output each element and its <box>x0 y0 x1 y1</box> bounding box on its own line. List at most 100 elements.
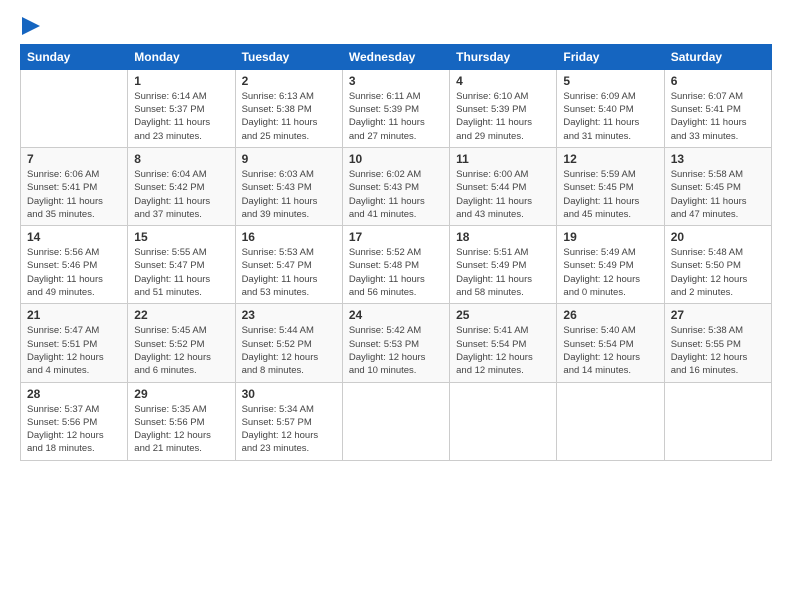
day-info: Sunrise: 5:41 AMSunset: 5:54 PMDaylight:… <box>456 324 550 377</box>
day-header-friday: Friday <box>557 44 664 69</box>
logo-icon <box>22 17 40 35</box>
day-number: 10 <box>349 152 443 166</box>
day-info: Sunrise: 5:56 AMSunset: 5:46 PMDaylight:… <box>27 246 121 299</box>
calendar-cell: 11 Sunrise: 6:00 AMSunset: 5:44 PMDayligh… <box>450 147 557 225</box>
day-info: Sunrise: 5:37 AMSunset: 5:56 PMDaylight:… <box>27 403 121 456</box>
day-header-saturday: Saturday <box>664 44 771 69</box>
day-number: 1 <box>134 74 228 88</box>
day-info: Sunrise: 5:49 AMSunset: 5:49 PMDaylight:… <box>563 246 657 299</box>
day-number: 29 <box>134 387 228 401</box>
day-number: 23 <box>242 308 336 322</box>
calendar-body: 1 Sunrise: 6:14 AMSunset: 5:37 PMDaylight… <box>21 69 772 460</box>
day-number: 2 <box>242 74 336 88</box>
day-info: Sunrise: 5:40 AMSunset: 5:54 PMDaylight:… <box>563 324 657 377</box>
day-number: 26 <box>563 308 657 322</box>
day-number: 21 <box>27 308 121 322</box>
calendar-cell: 9 Sunrise: 6:03 AMSunset: 5:43 PMDaylight… <box>235 147 342 225</box>
calendar-cell: 4 Sunrise: 6:10 AMSunset: 5:39 PMDaylight… <box>450 69 557 147</box>
day-number: 13 <box>671 152 765 166</box>
calendar-cell <box>557 382 664 460</box>
day-number: 17 <box>349 230 443 244</box>
day-number: 22 <box>134 308 228 322</box>
day-number: 18 <box>456 230 550 244</box>
day-number: 27 <box>671 308 765 322</box>
calendar-cell: 6 Sunrise: 6:07 AMSunset: 5:41 PMDaylight… <box>664 69 771 147</box>
day-header-tuesday: Tuesday <box>235 44 342 69</box>
day-info: Sunrise: 5:53 AMSunset: 5:47 PMDaylight:… <box>242 246 336 299</box>
calendar-cell <box>342 382 449 460</box>
calendar-cell: 13 Sunrise: 5:58 AMSunset: 5:45 PMDayligh… <box>664 147 771 225</box>
calendar-cell: 8 Sunrise: 6:04 AMSunset: 5:42 PMDaylight… <box>128 147 235 225</box>
day-info: Sunrise: 5:38 AMSunset: 5:55 PMDaylight:… <box>671 324 765 377</box>
calendar-cell: 18Sunrise: 5:51 AMSunset: 5:49 PMDayligh… <box>450 226 557 304</box>
day-info: Sunrise: 6:10 AMSunset: 5:39 PMDaylight:… <box>456 90 550 143</box>
calendar-cell: 17Sunrise: 5:52 AMSunset: 5:48 PMDayligh… <box>342 226 449 304</box>
day-info: Sunrise: 6:14 AMSunset: 5:37 PMDaylight:… <box>134 90 228 143</box>
calendar-cell: 10 Sunrise: 6:02 AMSunset: 5:43 PMDayligh… <box>342 147 449 225</box>
calendar-cell: 27 Sunrise: 5:38 AMSunset: 5:55 PMDayligh… <box>664 304 771 382</box>
day-number: 14 <box>27 230 121 244</box>
week-row-1: 1 Sunrise: 6:14 AMSunset: 5:37 PMDaylight… <box>21 69 772 147</box>
calendar-cell: 23 Sunrise: 5:44 AMSunset: 5:52 PMDayligh… <box>235 304 342 382</box>
day-number: 12 <box>563 152 657 166</box>
week-row-4: 21 Sunrise: 5:47 AMSunset: 5:51 PMDayligh… <box>21 304 772 382</box>
day-info: Sunrise: 5:42 AMSunset: 5:53 PMDaylight:… <box>349 324 443 377</box>
calendar-cell: 12 Sunrise: 5:59 AMSunset: 5:45 PMDayligh… <box>557 147 664 225</box>
calendar-cell: 1 Sunrise: 6:14 AMSunset: 5:37 PMDaylight… <box>128 69 235 147</box>
day-number: 9 <box>242 152 336 166</box>
day-info: Sunrise: 6:07 AMSunset: 5:41 PMDaylight:… <box>671 90 765 143</box>
week-row-3: 14 Sunrise: 5:56 AMSunset: 5:46 PMDayligh… <box>21 226 772 304</box>
calendar-cell: 28Sunrise: 5:37 AMSunset: 5:56 PMDayligh… <box>21 382 128 460</box>
day-info: Sunrise: 5:47 AMSunset: 5:51 PMDaylight:… <box>27 324 121 377</box>
day-header-sunday: Sunday <box>21 44 128 69</box>
day-number: 6 <box>671 74 765 88</box>
day-number: 16 <box>242 230 336 244</box>
calendar-cell: 19 Sunrise: 5:49 AMSunset: 5:49 PMDayligh… <box>557 226 664 304</box>
day-info: Sunrise: 5:59 AMSunset: 5:45 PMDaylight:… <box>563 168 657 221</box>
day-info: Sunrise: 5:35 AMSunset: 5:56 PMDaylight:… <box>134 403 228 456</box>
day-number: 24 <box>349 308 443 322</box>
day-header-thursday: Thursday <box>450 44 557 69</box>
calendar-header: SundayMondayTuesdayWednesdayThursdayFrid… <box>21 44 772 69</box>
calendar-cell: 16 Sunrise: 5:53 AMSunset: 5:47 PMDayligh… <box>235 226 342 304</box>
day-info: Sunrise: 6:02 AMSunset: 5:43 PMDaylight:… <box>349 168 443 221</box>
day-number: 15 <box>134 230 228 244</box>
day-info: Sunrise: 6:09 AMSunset: 5:40 PMDaylight:… <box>563 90 657 143</box>
day-number: 20 <box>671 230 765 244</box>
day-info: Sunrise: 6:03 AMSunset: 5:43 PMDaylight:… <box>242 168 336 221</box>
header-row: SundayMondayTuesdayWednesdayThursdayFrid… <box>21 44 772 69</box>
day-number: 4 <box>456 74 550 88</box>
day-info: Sunrise: 5:44 AMSunset: 5:52 PMDaylight:… <box>242 324 336 377</box>
day-number: 11 <box>456 152 550 166</box>
day-info: Sunrise: 5:58 AMSunset: 5:45 PMDaylight:… <box>671 168 765 221</box>
calendar-cell: 22 Sunrise: 5:45 AMSunset: 5:52 PMDayligh… <box>128 304 235 382</box>
calendar-cell: 25 Sunrise: 5:41 AMSunset: 5:54 PMDayligh… <box>450 304 557 382</box>
calendar-cell: 29 Sunrise: 5:35 AMSunset: 5:56 PMDayligh… <box>128 382 235 460</box>
day-info: Sunrise: 6:04 AMSunset: 5:42 PMDaylight:… <box>134 168 228 221</box>
calendar-table: SundayMondayTuesdayWednesdayThursdayFrid… <box>20 44 772 461</box>
calendar-cell: 26 Sunrise: 5:40 AMSunset: 5:54 PMDayligh… <box>557 304 664 382</box>
calendar-cell: 20Sunrise: 5:48 AMSunset: 5:50 PMDayligh… <box>664 226 771 304</box>
day-header-wednesday: Wednesday <box>342 44 449 69</box>
day-header-monday: Monday <box>128 44 235 69</box>
calendar-cell: 21 Sunrise: 5:47 AMSunset: 5:51 PMDayligh… <box>21 304 128 382</box>
calendar-cell: 3Sunrise: 6:11 AMSunset: 5:39 PMDaylight… <box>342 69 449 147</box>
day-info: Sunrise: 5:45 AMSunset: 5:52 PMDaylight:… <box>134 324 228 377</box>
calendar-cell: 15Sunrise: 5:55 AMSunset: 5:47 PMDayligh… <box>128 226 235 304</box>
day-number: 30 <box>242 387 336 401</box>
calendar-cell <box>450 382 557 460</box>
day-info: Sunrise: 6:00 AMSunset: 5:44 PMDaylight:… <box>456 168 550 221</box>
calendar-cell: 5Sunrise: 6:09 AMSunset: 5:40 PMDaylight… <box>557 69 664 147</box>
day-number: 25 <box>456 308 550 322</box>
calendar-cell: 7Sunrise: 6:06 AMSunset: 5:41 PMDaylight… <box>21 147 128 225</box>
day-info: Sunrise: 6:13 AMSunset: 5:38 PMDaylight:… <box>242 90 336 143</box>
day-number: 8 <box>134 152 228 166</box>
calendar-cell <box>664 382 771 460</box>
day-info: Sunrise: 6:11 AMSunset: 5:39 PMDaylight:… <box>349 90 443 143</box>
calendar-cell <box>21 69 128 147</box>
calendar-cell: 2 Sunrise: 6:13 AMSunset: 5:38 PMDaylight… <box>235 69 342 147</box>
calendar-cell: 24 Sunrise: 5:42 AMSunset: 5:53 PMDayligh… <box>342 304 449 382</box>
page-container: SundayMondayTuesdayWednesdayThursdayFrid… <box>0 0 792 471</box>
day-number: 19 <box>563 230 657 244</box>
calendar-cell: 14 Sunrise: 5:56 AMSunset: 5:46 PMDayligh… <box>21 226 128 304</box>
